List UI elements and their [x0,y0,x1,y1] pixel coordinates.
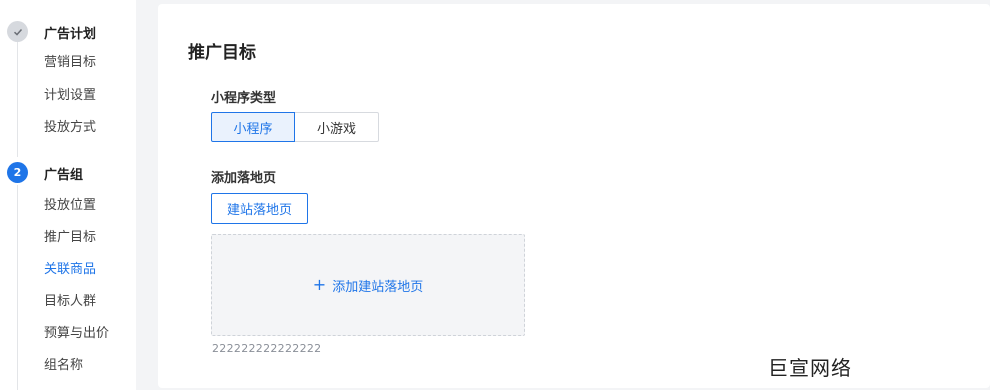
sidebar-item-delivery-method[interactable]: 投放方式 [44,118,96,138]
add-landing-page-dropzone[interactable]: + 添加建站落地页 [211,234,525,336]
sidebar-item-plan-settings[interactable]: 计划设置 [44,86,96,106]
landing-page-id-note: 222222222222222 [212,342,322,355]
plus-icon: + [312,275,327,294]
build-landing-page-button[interactable]: 建站落地页 [211,193,308,224]
step-1-title: 广告计划 [44,26,97,42]
sidebar-item-target-audience[interactable]: 目标人群 [44,292,96,312]
sidebar-item-group-name[interactable]: 组名称 [44,356,83,376]
program-type-selector: 小程序 小游戏 [211,112,379,142]
check-icon [7,21,28,42]
add-landing-page-text: 添加建站落地页 [332,279,424,295]
step-connector [17,185,18,390]
step-1-header[interactable]: 广告计划 [0,19,136,45]
step-2-title: 广告组 [44,167,84,183]
sidebar-item-budget-bid[interactable]: 预算与出价 [44,324,109,344]
section-title: 推广目标 [188,43,256,63]
sidebar-item-promotion-goal[interactable]: 推广目标 [44,228,96,248]
sidebar-item-marketing-goal[interactable]: 营销目标 [44,53,96,73]
sidebar-item-related-products[interactable]: 关联商品 [44,260,96,280]
step-connector [17,31,18,157]
watermark: 巨宣网络 [768,356,852,380]
program-type-option-miniprogram[interactable]: 小程序 [211,112,295,142]
program-type-option-minigame[interactable]: 小游戏 [295,112,379,142]
step-2-header[interactable]: 2 广告组 [0,160,136,186]
landing-page-label: 添加落地页 [211,171,277,186]
program-type-label: 小程序类型 [211,91,277,106]
form-card: 推广目标 小程序类型 小程序 小游戏 添加落地页 建站落地页 + 添加建站落地页… [158,4,990,388]
step-number-badge: 2 [7,162,28,183]
step-sidebar: 广告计划 营销目标 计划设置 投放方式 2 广告组 投放位置 推广目标 关联商品… [0,0,136,390]
add-landing-page-link[interactable]: + 添加建站落地页 [313,276,423,295]
sidebar-item-placement[interactable]: 投放位置 [44,196,96,216]
